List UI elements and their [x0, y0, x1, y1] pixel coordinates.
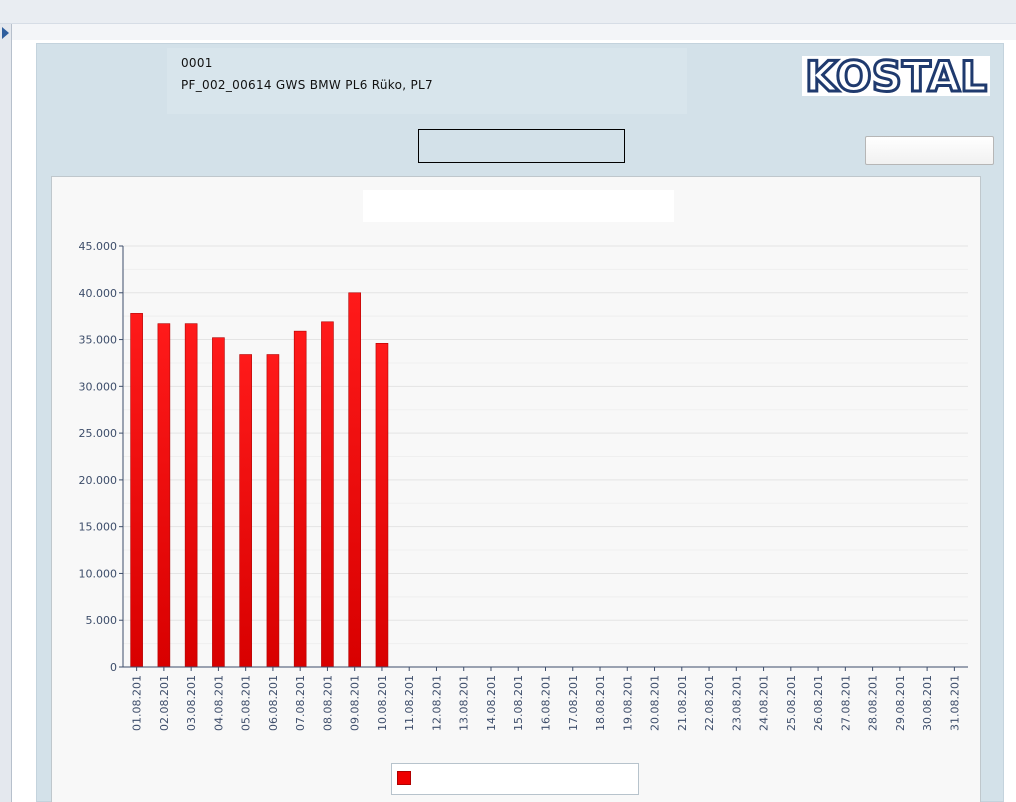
plant-header: 0001 PF_002_00614 GWS BMW PL6 Rüko, PL7 — [167, 48, 687, 114]
x-tick-label: 05.08.201 — [240, 675, 253, 731]
y-tick-label: 40.000 — [79, 287, 118, 300]
period-display — [418, 129, 625, 163]
bar — [348, 292, 361, 668]
bar — [157, 323, 171, 668]
x-tick-label: 08.08.201 — [321, 675, 334, 731]
chart-legend — [391, 763, 639, 795]
expand-arrow-icon[interactable] — [2, 27, 9, 39]
x-tick-label: 06.08.201 — [267, 675, 280, 731]
bar — [239, 354, 252, 668]
bar — [184, 323, 198, 668]
x-tick-label: 20.08.201 — [649, 675, 662, 731]
x-tick-label: 15.08.201 — [512, 675, 525, 731]
y-tick-label: 5.000 — [86, 614, 118, 627]
kostal-logo: KOSTAL — [802, 56, 990, 96]
x-tick-label: 10.08.201 — [376, 675, 389, 731]
y-tick-label: 25.000 — [79, 427, 118, 440]
y-tick-label: 15.000 — [79, 521, 118, 534]
chart-area: 0 5.000 10.000 15.000 20.000 25.000 30.000 35.0… — [51, 176, 981, 802]
side-panel-strip — [0, 24, 12, 802]
report-panel: 0001 PF_002_00614 GWS BMW PL6 Rüko, PL7 … — [36, 43, 1004, 802]
bar — [130, 313, 143, 668]
x-tick-label: 28.08.201 — [867, 675, 880, 731]
x-tick-label: 02.08.201 — [158, 675, 171, 731]
y-tick-label: 10.000 — [79, 567, 118, 580]
x-tick-label: 01.08.201 — [131, 675, 144, 731]
x-tick-label: 26.08.201 — [812, 675, 825, 731]
bar — [375, 342, 389, 668]
bar — [212, 337, 225, 668]
x-tick-label: 07.08.201 — [294, 675, 307, 731]
logo-text: KOSTAL — [805, 56, 987, 96]
x-tick-label: 13.08.201 — [458, 675, 471, 731]
bar-chart: 0 5.000 10.000 15.000 20.000 25.000 30.000 35.0… — [79, 240, 968, 731]
x-tick-label: 24.08.201 — [758, 675, 771, 731]
bar — [293, 330, 307, 668]
x-tick-label: 03.08.201 — [185, 675, 198, 731]
y-tick-label: 20.000 — [79, 474, 118, 487]
x-tick-label: 19.08.201 — [621, 675, 634, 731]
action-button[interactable] — [865, 136, 994, 165]
legend-swatch — [397, 771, 411, 785]
x-tick-label: 27.08.201 — [839, 675, 852, 731]
app-window: 0001 PF_002_00614 GWS BMW PL6 Rüko, PL7 … — [0, 0, 1016, 802]
x-tick-label: 25.08.201 — [785, 675, 798, 731]
bar — [266, 354, 280, 668]
x-tick-label: 18.08.201 — [594, 675, 607, 731]
plant-name: PF_002_00614 GWS BMW PL6 Rüko, PL7 — [181, 78, 433, 92]
x-tick-label: 04.08.201 — [212, 675, 225, 731]
x-tick-label: 31.08.201 — [948, 675, 961, 731]
x-tick-label: 29.08.201 — [894, 675, 907, 731]
x-tick-label: 09.08.201 — [349, 675, 362, 731]
x-tick-label: 21.08.201 — [676, 675, 689, 731]
top-toolbar — [0, 0, 1016, 24]
x-tick-label: 14.08.201 — [485, 675, 498, 731]
y-tick-label: 45.000 — [79, 240, 118, 253]
x-tick-label: 12.08.201 — [430, 675, 443, 731]
x-tick-label: 17.08.201 — [567, 675, 580, 731]
plant-id: 0001 — [181, 56, 213, 70]
y-tick-label: 35.000 — [79, 334, 118, 347]
x-tick-label: 23.08.201 — [730, 675, 743, 731]
x-tick-label: 30.08.201 — [921, 675, 934, 731]
x-tick-label: 16.08.201 — [540, 675, 553, 731]
x-tick-label: 11.08.201 — [403, 675, 416, 731]
bar — [321, 321, 334, 668]
y-tick-label: 30.000 — [79, 380, 118, 393]
y-tick-label: 0 — [110, 661, 117, 674]
toolbar-spacer — [0, 24, 1016, 40]
x-tick-label: 22.08.201 — [703, 675, 716, 731]
